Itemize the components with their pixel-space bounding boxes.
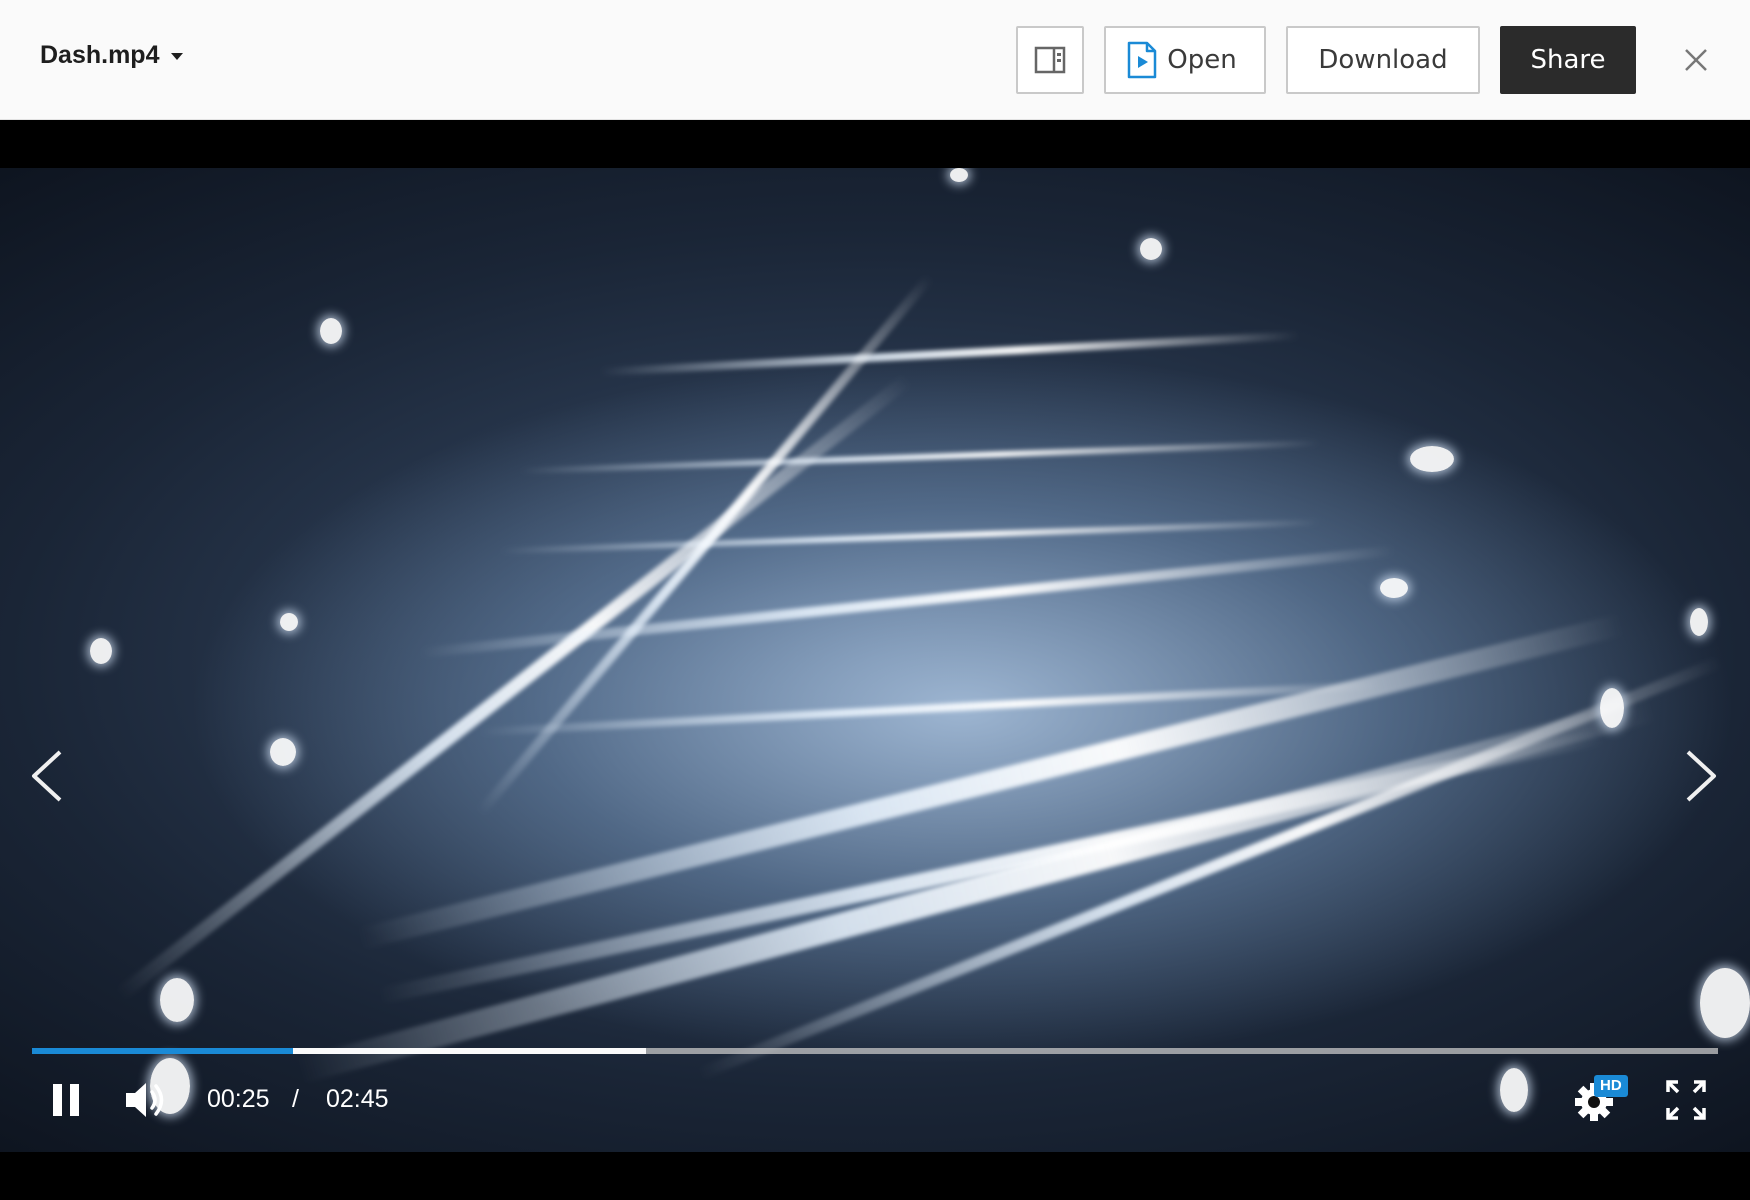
light-spot (950, 168, 968, 182)
open-button[interactable]: Open (1104, 26, 1266, 94)
chevron-right-icon[interactable] (1680, 748, 1720, 804)
total-duration: 02:45 (326, 1085, 389, 1113)
preview-header: Dash.mp4 Open Download Share (0, 0, 1750, 120)
light-spot (1140, 238, 1162, 260)
video-file-icon (1128, 41, 1157, 79)
light-beam (476, 273, 934, 817)
hd-quality-badge: HD (1594, 1075, 1628, 1097)
share-button[interactable]: Share (1500, 26, 1636, 94)
share-button-label: Share (1530, 45, 1606, 75)
light-spot (1600, 688, 1624, 728)
time-separator: / (292, 1085, 299, 1113)
light-beam (599, 331, 1300, 376)
sidebar-toggle-button[interactable] (1016, 26, 1084, 94)
volume-icon[interactable] (124, 1080, 168, 1120)
download-button[interactable]: Download (1286, 26, 1480, 94)
light-spot (320, 318, 342, 344)
caret-down-icon (171, 53, 184, 60)
download-button-label: Download (1318, 45, 1448, 75)
light-beam (419, 545, 1396, 658)
chevron-left-icon[interactable] (28, 748, 68, 804)
video-preview-page: Dash.mp4 Open Download Share 00:25 / 02:… (0, 0, 1750, 1200)
light-spot (1700, 968, 1750, 1038)
light-spot (90, 638, 112, 664)
current-time: 00:25 (207, 1085, 270, 1113)
file-name-label: Dash.mp4 (40, 41, 160, 69)
file-name-dropdown[interactable]: Dash.mp4 (40, 41, 184, 70)
light-beam (519, 440, 1320, 474)
light-spot (270, 738, 296, 766)
light-spot (160, 978, 194, 1022)
open-button-label: Open (1167, 45, 1237, 75)
pause-icon[interactable] (52, 1083, 80, 1117)
light-spot (1500, 1068, 1528, 1112)
light-spot (1690, 608, 1708, 636)
seek-bar[interactable] (32, 1048, 1718, 1054)
light-spot (1380, 578, 1408, 598)
played-progress (32, 1048, 294, 1054)
close-icon[interactable] (1680, 44, 1712, 76)
sidebar-panel-icon (1034, 46, 1066, 74)
fullscreen-icon[interactable] (1666, 1080, 1706, 1120)
light-beam (499, 519, 1320, 554)
light-spot (280, 613, 298, 631)
light-beam (296, 696, 1656, 1084)
light-spot (1410, 446, 1454, 472)
video-frame[interactable] (0, 168, 1750, 1152)
video-player[interactable] (0, 120, 1750, 1200)
